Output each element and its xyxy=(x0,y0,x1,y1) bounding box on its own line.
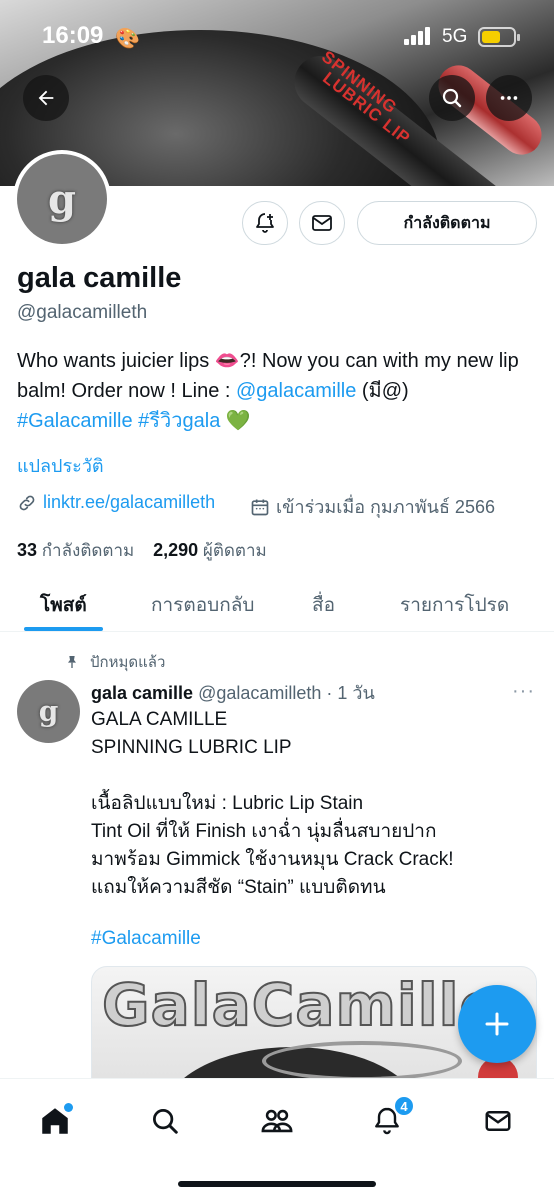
battery-icon xyxy=(478,27,520,47)
tab-posts[interactable]: โพสต์ xyxy=(40,590,87,620)
status-bar: 16:09 🎨 5G xyxy=(0,0,554,70)
compose-plus-icon xyxy=(485,1012,509,1036)
active-tab-indicator xyxy=(24,627,103,631)
media-brand-text: GalaCamille xyxy=(101,970,500,1040)
translate-bio-link[interactable]: แปลประวัติ xyxy=(17,451,104,480)
notify-toggle-button[interactable] xyxy=(242,201,288,245)
search-icon xyxy=(442,88,462,108)
more-options-button[interactable] xyxy=(486,75,532,121)
nav-home[interactable] xyxy=(35,1101,75,1141)
post-header[interactable]: gala camille @galacamilleth · 1 วัน xyxy=(91,678,375,707)
followers-count-link[interactable]: 2,290 ผู้ติดตาม xyxy=(153,540,267,560)
pinned-indicator: ปักหมุดแล้ว xyxy=(64,650,165,674)
nav-communities[interactable] xyxy=(257,1101,297,1141)
explore-icon xyxy=(153,1109,178,1134)
post-hashtag-link[interactable]: #Galacamille xyxy=(91,928,201,950)
profile-name: gala camille xyxy=(17,262,182,294)
message-icon xyxy=(312,215,332,231)
compose-button[interactable] xyxy=(458,985,536,1063)
messages-icon xyxy=(485,1111,511,1131)
post-more-icon[interactable]: ··· xyxy=(512,680,535,703)
search-button[interactable] xyxy=(429,75,475,121)
back-button[interactable] xyxy=(23,75,69,121)
bio-hashtag-link[interactable]: #Galacamille xyxy=(17,410,133,432)
notifications-badge: 4 xyxy=(393,1095,415,1117)
tab-replies[interactable]: การตอบกลับ xyxy=(151,590,254,620)
add-notification-icon xyxy=(256,213,274,233)
pin-icon xyxy=(68,656,76,668)
following-count-link[interactable]: 33 กำลังติดตาม xyxy=(17,540,134,560)
home-unread-dot xyxy=(64,1103,73,1112)
bio-hashtag-link[interactable]: #รีวิวgala xyxy=(138,410,220,432)
profile-tabs: โพสต์ การตอบกลับ สื่อ รายการโปรด xyxy=(0,576,554,632)
more-icon xyxy=(500,96,518,100)
signal-icon xyxy=(404,27,434,45)
profile-bio: Who wants juicier lips 👄?! Now you can w… xyxy=(17,350,519,432)
tab-media[interactable]: สื่อ xyxy=(312,590,335,620)
profile-handle: @galacamilleth xyxy=(17,302,148,323)
bio-mention-link[interactable]: @galacamille xyxy=(236,380,356,402)
post-author-handle: @galacamilleth xyxy=(198,683,322,703)
profile-avatar[interactable]: g xyxy=(13,150,111,248)
media-chain-accessory xyxy=(262,1041,462,1081)
back-arrow-icon xyxy=(38,90,54,106)
post-author-avatar[interactable]: g xyxy=(17,680,80,743)
profile-website[interactable]: linktr.ee/galacamilleth xyxy=(17,492,215,513)
link-icon xyxy=(19,495,35,510)
network-type: 5G xyxy=(442,26,468,47)
calendar-icon xyxy=(251,499,269,515)
post-age: · 1 วัน xyxy=(326,683,375,703)
palette-icon: 🎨 xyxy=(115,28,140,50)
tab-likes[interactable]: รายการโปรด xyxy=(400,590,509,620)
nav-messages[interactable] xyxy=(478,1101,518,1141)
profile-counts: 33 กำลังติดตาม 2,290 ผู้ติดตาม xyxy=(17,537,267,564)
profile-join-date: เข้าร่วมเมื่อ กุมภาพันธ์ 2566 xyxy=(250,492,495,521)
status-time: 16:09 xyxy=(42,22,104,49)
post-text: GALA CAMILLE SPINNING LUBRIC LIP เนื้อลิ… xyxy=(91,709,454,898)
avatar-logo: g xyxy=(48,175,76,223)
post-author-name: gala camille xyxy=(91,683,194,703)
message-button[interactable] xyxy=(299,201,345,245)
following-button[interactable]: กำลังติดตาม xyxy=(357,201,537,245)
nav-notifications[interactable]: 4 xyxy=(367,1095,415,1141)
home-indicator[interactable] xyxy=(178,1181,376,1187)
communities-icon xyxy=(261,1109,293,1133)
nav-explore[interactable] xyxy=(145,1101,185,1141)
